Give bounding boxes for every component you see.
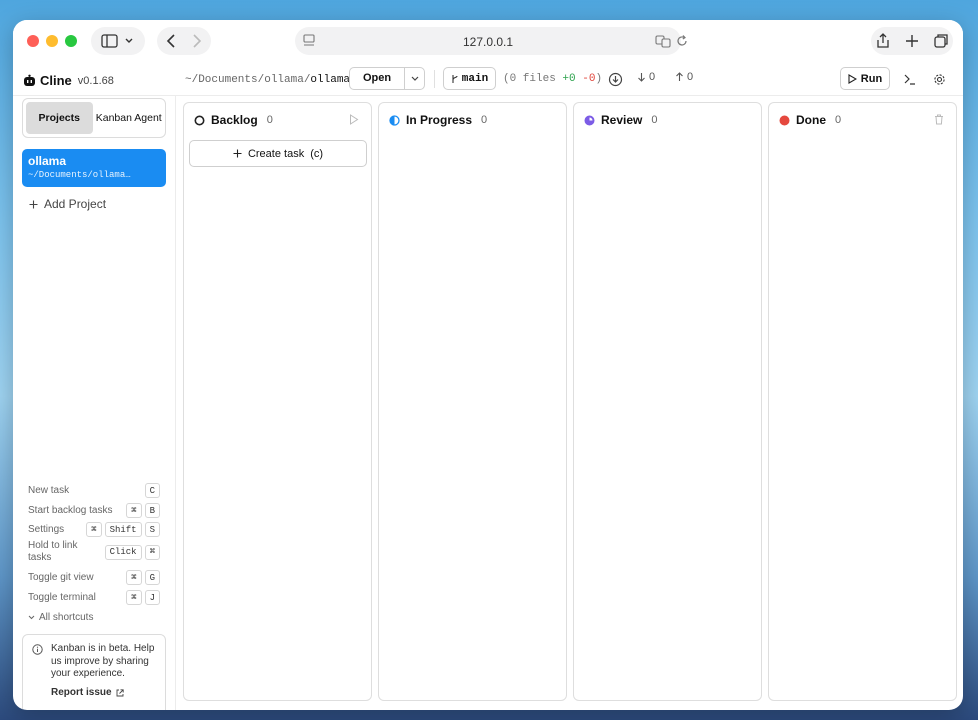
column-backlog: Backlog 0 Create task (c) xyxy=(183,102,372,701)
browser-toolbar: 127.0.0.1 xyxy=(13,20,963,64)
start-backlog-play-icon[interactable] xyxy=(349,114,359,125)
column-count: 0 xyxy=(835,114,842,126)
column-title: Review xyxy=(601,113,643,127)
app-version: v0.1.68 xyxy=(77,74,114,87)
browser-window: 127.0.0.1 Cline v0.1.68 ~/Documents/olla… xyxy=(13,20,963,710)
trash-icon[interactable] xyxy=(934,114,944,125)
plus-icon xyxy=(233,149,242,158)
all-shortcuts-toggle[interactable]: All shortcuts xyxy=(28,612,93,623)
backlog-status-icon xyxy=(194,115,205,125)
settings-gear-icon[interactable] xyxy=(933,73,946,86)
open-dropdown-button[interactable] xyxy=(404,68,424,89)
column-count: 0 xyxy=(651,114,658,126)
shortcut-settings: Settings ⌘ Shift S xyxy=(28,522,160,537)
column-done: Done 0 xyxy=(768,102,957,701)
shortcut-new-task: New task C xyxy=(28,483,160,498)
tab-kanban-agent[interactable]: Kanban Agent xyxy=(96,102,163,134)
back-icon[interactable] xyxy=(166,34,175,48)
close-window-button[interactable] xyxy=(27,35,39,47)
navigation-buttons xyxy=(157,27,211,55)
cline-logo-icon xyxy=(24,74,35,86)
pull-indicator[interactable]: 0 xyxy=(637,71,655,83)
translate-icon[interactable] xyxy=(655,34,671,48)
external-link-icon xyxy=(116,689,124,697)
fetch-icon[interactable] xyxy=(608,72,623,87)
changed-files-summary: (0 files +0 -0) xyxy=(503,73,603,85)
additions-count: +0 xyxy=(562,73,576,85)
arrow-up-icon xyxy=(676,72,683,81)
shortcut-git-view: Toggle git view ⌘ G xyxy=(28,570,160,585)
shortcut-terminal: Toggle terminal ⌘ J xyxy=(28,590,160,605)
chevron-down-icon xyxy=(28,615,35,620)
column-title: In Progress xyxy=(406,113,473,127)
in-progress-status-icon xyxy=(389,114,400,126)
reload-icon[interactable] xyxy=(675,34,689,48)
project-path: ~/Documents/ollama/ollama xyxy=(185,74,351,86)
open-button-group: Open xyxy=(349,67,425,90)
sidebar-tabs: Projects Kanban Agent xyxy=(22,98,166,138)
minimize-window-button[interactable] xyxy=(46,35,58,47)
done-status-icon xyxy=(779,115,790,125)
project-path-short: ~/Documents/ollama… xyxy=(28,170,131,180)
push-indicator[interactable]: 0 xyxy=(675,71,693,83)
share-icon[interactable] xyxy=(877,33,889,48)
add-project-button[interactable]: Add Project xyxy=(29,197,106,211)
sidebar-icon xyxy=(101,34,133,48)
forward-icon[interactable] xyxy=(193,34,202,48)
column-in-progress: In Progress 0 xyxy=(378,102,567,701)
column-header: Backlog 0 xyxy=(194,113,273,127)
column-count: 0 xyxy=(266,114,273,126)
branch-name: main xyxy=(461,72,489,85)
column-title: Backlog xyxy=(211,113,258,127)
column-header: In Progress 0 xyxy=(389,113,487,127)
shortcut-link-tasks: Hold to link tasks Click ⌘ xyxy=(28,540,160,564)
shortcut-start-backlog: Start backlog tasks ⌘ B xyxy=(28,503,160,518)
review-status-icon xyxy=(584,115,595,125)
create-task-shortcut: (c) xyxy=(310,147,324,160)
arrow-down-icon xyxy=(638,73,645,82)
chevron-down-icon xyxy=(411,76,418,81)
project-name: ollama xyxy=(28,154,67,168)
terminal-icon[interactable] xyxy=(904,74,916,85)
sidebar-toggle-button[interactable] xyxy=(91,27,145,55)
info-icon xyxy=(32,644,43,655)
sidebar: Projects Kanban Agent ollama ~/Documents… xyxy=(13,96,176,710)
report-issue-link[interactable]: Report issue xyxy=(51,687,157,700)
beta-notice-text: Kanban is in beta. Help us improve by sh… xyxy=(51,643,155,679)
app-name: Cline xyxy=(40,73,72,88)
zoom-window-button[interactable] xyxy=(65,35,77,47)
column-count: 0 xyxy=(481,114,488,126)
column-title: Done xyxy=(796,113,826,127)
tab-overview-icon[interactable] xyxy=(934,34,948,48)
open-button[interactable]: Open xyxy=(350,68,404,89)
column-header: Done 0 xyxy=(779,113,841,127)
plus-icon xyxy=(29,200,38,208)
run-button[interactable]: Run xyxy=(840,67,890,90)
column-header: Review 0 xyxy=(584,113,657,127)
app-header: Cline v0.1.68 ~/Documents/ollama/ollama … xyxy=(13,64,963,96)
create-task-button[interactable]: Create task (c) xyxy=(189,140,367,167)
branch-button[interactable]: main xyxy=(443,67,496,90)
git-branch-icon xyxy=(452,74,458,83)
url-text: 127.0.0.1 xyxy=(462,35,514,49)
app-brand: Cline v0.1.68 xyxy=(23,73,114,88)
browser-actions xyxy=(871,27,953,55)
address-bar[interactable]: 127.0.0.1 xyxy=(295,27,687,55)
play-icon xyxy=(848,73,857,84)
beta-notice: Kanban is in beta. Help us improve by sh… xyxy=(22,634,166,710)
toolbar-divider xyxy=(434,70,435,88)
deletions-count: -0 xyxy=(582,73,596,85)
new-tab-icon[interactable] xyxy=(906,35,918,47)
tab-projects[interactable]: Projects xyxy=(26,102,93,134)
column-review: Review 0 xyxy=(573,102,762,701)
project-item-ollama[interactable]: ollama ~/Documents/ollama… xyxy=(22,149,166,187)
